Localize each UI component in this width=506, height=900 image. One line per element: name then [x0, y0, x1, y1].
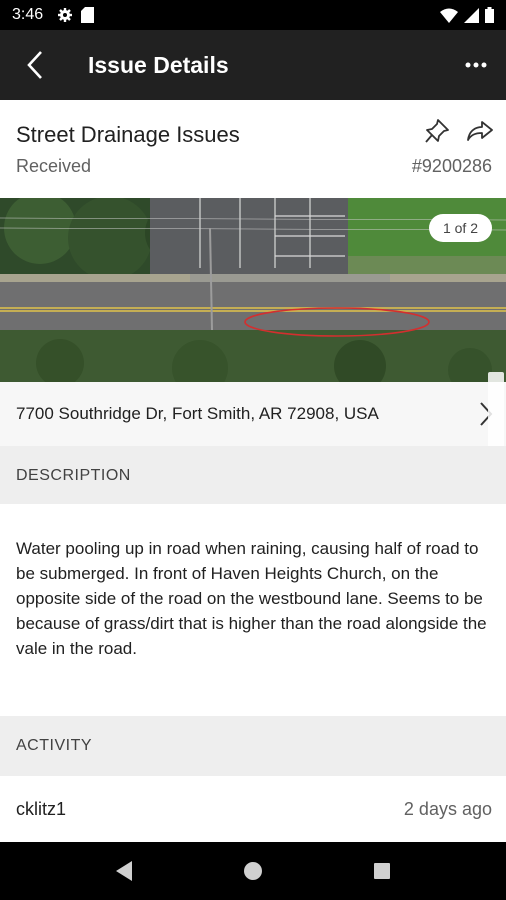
- page-title: Issue Details: [88, 51, 229, 78]
- activity-time: 2 days ago: [403, 798, 492, 819]
- map-zoom-control[interactable]: [488, 372, 504, 448]
- back-chevron-icon: [27, 51, 42, 79]
- system-nav-bar: [0, 842, 506, 900]
- pin-icon: [425, 119, 449, 143]
- app-bar: Issue Details: [0, 30, 506, 100]
- nav-home-button[interactable]: [223, 842, 283, 900]
- gear-icon: [58, 8, 73, 22]
- share-arrow-icon: [467, 121, 493, 141]
- battery-icon: [485, 7, 494, 23]
- issue-header: Street Drainage Issues Received #9200286: [0, 100, 506, 198]
- share-button[interactable]: [463, 116, 497, 146]
- activity-user: cklitz1: [16, 798, 67, 819]
- issue-photo[interactable]: 1 of 2: [0, 198, 506, 382]
- signal-icon: [464, 7, 479, 23]
- issue-title: Street Drainage Issues: [16, 122, 240, 147]
- address-text: 7700 Southridge Dr, Fort Smith, AR 72908…: [16, 404, 379, 423]
- activity-item: cklitz1 2 days ago: [0, 776, 506, 842]
- activity-section-header: ACTIVITY: [0, 716, 506, 776]
- pin-button[interactable]: [420, 116, 454, 146]
- nav-recents-button[interactable]: [352, 842, 412, 900]
- sd-card-icon: [81, 7, 95, 23]
- more-vertical-dots-icon: [465, 62, 487, 68]
- description-section-header: DESCRIPTION: [0, 446, 506, 506]
- more-options-button[interactable]: [446, 30, 506, 100]
- issue-status: Received: [16, 156, 92, 176]
- wifi-icon: [440, 8, 458, 23]
- back-button[interactable]: [0, 30, 70, 100]
- description-text: Water pooling up in road when raining, c…: [0, 504, 506, 716]
- nav-home-circle-icon: [243, 862, 262, 880]
- status-icons-right: [440, 7, 494, 23]
- nav-back-triangle-icon: [116, 861, 133, 881]
- status-icons-left: [57, 7, 95, 23]
- photo-counter: 1 of 2: [428, 214, 492, 242]
- status-bar: 3:46: [0, 0, 506, 30]
- address-row[interactable]: 7700 Southridge Dr, Fort Smith, AR 72908…: [0, 382, 506, 446]
- nav-back-button[interactable]: [94, 842, 154, 900]
- nav-recents-square-icon: [373, 863, 390, 879]
- issue-id: #9200286: [411, 156, 492, 176]
- status-time: 3:46: [12, 6, 44, 23]
